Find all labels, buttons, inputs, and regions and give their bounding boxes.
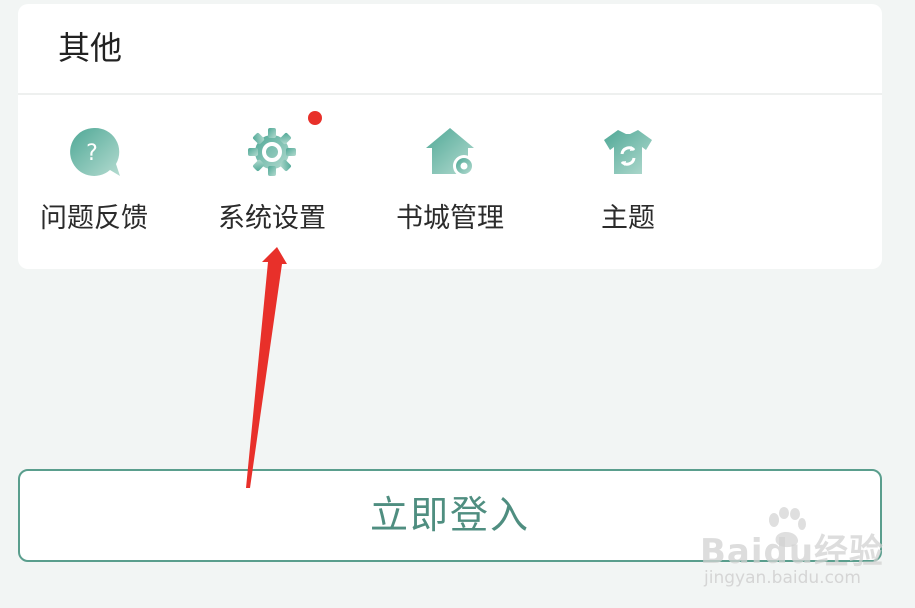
theme-shirt-icon [600,124,656,180]
section-divider [18,93,882,95]
feedback-item[interactable]: ? 问题反馈 [14,118,174,238]
feedback-label: 问题反馈 [40,203,148,234]
section-title: 其他 [58,29,123,67]
notification-badge-dot [308,111,322,125]
login-button[interactable]: 立即登入 [18,469,882,562]
watermark-url: jingyan.baidu.com [704,568,861,588]
svg-text:?: ? [86,141,98,166]
bookstore-management-label: 书城管理 [396,203,504,234]
system-settings-label: 系统设置 [218,203,326,234]
feedback-question-icon: ? [66,124,122,180]
store-settings-icon [422,124,478,180]
gear-icon [244,124,300,180]
theme-item[interactable]: 主题 [548,118,708,238]
bookstore-management-item[interactable]: 书城管理 [370,118,530,238]
system-settings-item[interactable]: 系统设置 [192,118,352,238]
theme-label: 主题 [601,203,655,234]
